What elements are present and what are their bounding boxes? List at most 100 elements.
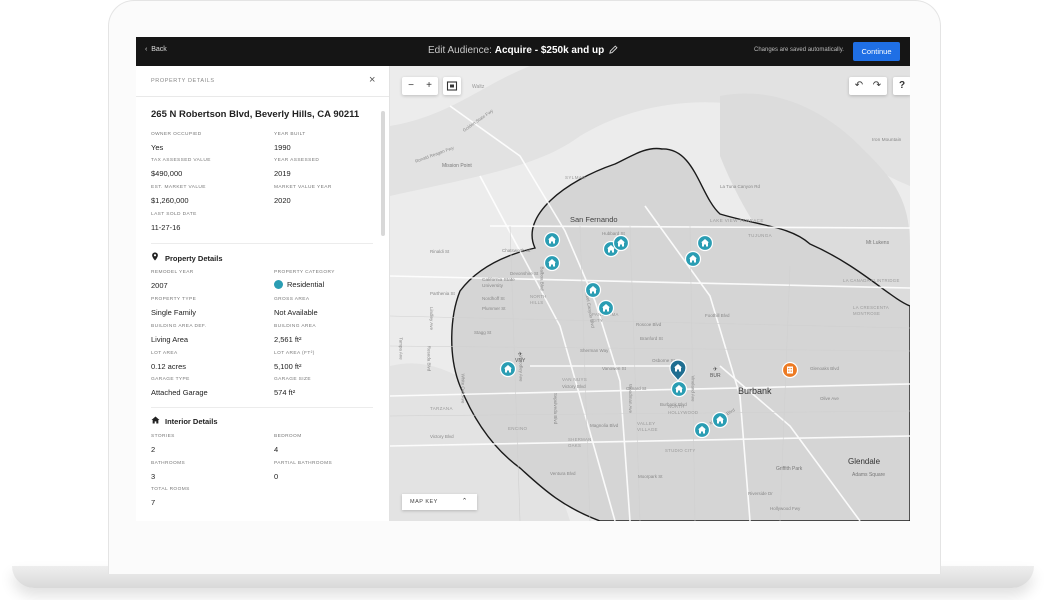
field-label: LOT AREA (FT²) [274,351,315,356]
street-label: Roscoe Blvd [636,322,662,327]
field-label: PROPERTY TYPE [151,297,197,302]
place-label: Glendale [848,457,881,466]
field-value: Attached Garage [151,388,208,397]
field-label: BATHROOMS [151,461,186,466]
history-controls: ↶ ↷ [849,77,887,95]
place-label: LAKE VIEW TERRACE [710,218,764,223]
zoom-controls: − + [402,77,438,95]
field-label: GARAGE TYPE [151,377,190,382]
section-title-interior: Interior Details [151,416,218,426]
place-label: TARZANA [430,406,453,411]
place-label: Griffith Park [776,466,803,472]
title-prefix: Edit Audience: [428,45,492,56]
street-label: Sherman Way [580,348,609,353]
field-value: 2020 [274,196,291,205]
help-icon: ? [898,80,906,91]
map-key-label: MAP KEY [410,499,438,505]
house-icon [274,279,283,289]
place-label: STUDIO CITY [665,448,696,453]
zoom-out-button[interactable]: − [403,78,419,94]
field-value: $1,260,000 [151,196,189,205]
audience-name: Acquire - $250k and up [494,45,605,56]
close-icon[interactable]: × [369,74,375,86]
street-label: Ventura Blvd [550,471,576,476]
street-label: Woodley Ave [518,355,524,382]
field-value: 1990 [274,143,291,152]
redo-icon[interactable]: ↷ [869,78,885,94]
field-value: 0 [274,472,279,481]
field-value: 2019 [274,169,291,178]
street-label: Hubbard St [602,231,625,236]
section-divider [151,243,373,244]
place-label: SHERMAN OAKS [568,437,592,448]
panel-scrollbar[interactable] [381,111,385,236]
place-label: SYLMAR [565,175,586,180]
property-details-panel: PROPERTY DETAILS × 265 N Robertson Blvd,… [136,66,390,521]
place-label: VALLEY VILLAGE [637,421,658,432]
street-label: Sepulveda Blvd [553,392,559,425]
place-label: NORTH HILLS [530,294,547,305]
place-label: Burbank [738,386,772,396]
section-divider [151,407,373,408]
section-title-text: Property Details [165,254,223,263]
section-title-text: Interior Details [165,417,218,426]
zoom-in-button[interactable]: + [421,78,437,94]
street-label: Balboa Blvd [539,266,545,291]
field-value: 2 [151,445,156,454]
street-label: Hollywood Fwy [770,506,801,511]
street-label: Vineland Ave [690,375,696,402]
street-label: Stagg St [474,330,492,335]
street-label: Victory Blvd [562,384,586,389]
field-value: Living Area [151,335,189,344]
street-label: Vanowen St [602,366,626,371]
field-value: Yes [151,143,164,152]
field-value: 5,100 ft² [274,362,302,371]
pencil-icon[interactable] [607,45,618,56]
place-label: Waltz [472,84,485,90]
field-label: REMODEL YEAR [151,270,194,275]
street-label: Woodman Ave [628,383,634,414]
chevron-up-icon: ⌃ [461,498,468,505]
field-value: 2,561 ft² [274,335,302,344]
help-button[interactable]: ? [893,77,910,95]
autosave-status: Changes are saved automatically. [754,47,844,53]
street-label: Burbank Blvd [660,402,687,407]
field-label: GARAGE SIZE [274,377,311,382]
top-bar: ‹ Back Edit Audience: Acquire - $250k an… [136,37,910,66]
street-label: Reseda Blvd [426,345,432,372]
field-label: OWNER OCCUPIED [151,132,202,137]
street-label: Magnolia Blvd [590,423,619,428]
place-label: Mt Lukens [866,240,890,246]
draw-shape-button[interactable] [443,77,461,95]
field-value: 2007 [151,281,168,290]
field-label: STORIES [151,434,175,439]
map-key-toggle[interactable]: MAP KEY ⌃ [402,494,477,510]
category-text: Residential [287,280,325,289]
field-value: 4 [274,445,279,454]
field-value: Not Available [274,308,318,317]
field-value: 7 [151,498,156,507]
field-label: TAX ASSESSED VALUE [151,158,211,163]
street-label: Nordhoff St [482,296,505,301]
street-label: Chatsworth St [502,248,531,253]
panel-header: PROPERTY DETAILS × [136,66,389,97]
street-label: Victory Blvd [430,434,454,439]
place-label: ENCINO [508,426,528,431]
street-label: Olive Ave [820,396,839,401]
map-view[interactable]: Mission Point SYLMAR San Fernando LAKE V… [390,66,910,521]
app-screen: ‹ Back Edit Audience: Acquire - $250k an… [136,37,910,521]
street-label: Riverside Dr [748,491,773,496]
field-label: YEAR ASSESSED [274,158,320,163]
continue-button[interactable]: Continue [853,42,900,61]
field-value: 0.12 acres [151,362,187,371]
place-label: LA CANADA FLINTRIDGE [843,278,900,283]
undo-icon[interactable]: ↶ [851,78,867,94]
airplane-icon: ✈ [712,367,718,373]
field-value: 3 [151,472,156,481]
polygon-tool-icon [446,81,458,91]
panel-title: PROPERTY DETAILS [151,78,215,84]
property-address: 265 N Robertson Blvd, Beverly Hills, CA … [151,109,360,120]
place-label: TUJUNGA [748,233,773,238]
field-label: MARKET VALUE YEAR [274,185,332,190]
field-label: GROSS AREA [274,297,310,302]
